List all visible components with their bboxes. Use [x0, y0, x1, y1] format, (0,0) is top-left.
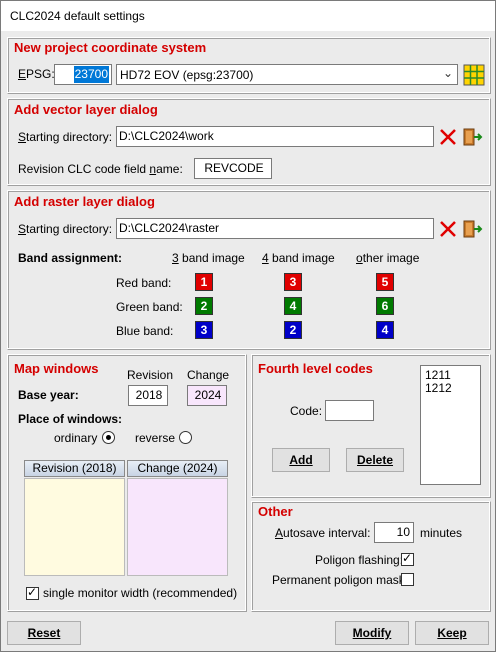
blue-band-4[interactable]: 2: [284, 321, 302, 339]
radio-dot: [106, 435, 111, 440]
check-icon: ✓: [402, 551, 413, 565]
revision-pane: [24, 478, 125, 576]
col-3band-label: 3 band image: [172, 251, 245, 265]
revision-year-value: 2018: [135, 388, 163, 402]
clear-icon[interactable]: [437, 218, 459, 240]
red-band-other[interactable]: 5: [376, 273, 394, 291]
vector-dir-value: D:\CLC2024\work: [119, 129, 214, 143]
epsg-label: EPSG:: [18, 67, 55, 81]
vector-field-value: REVCODE: [204, 161, 264, 175]
single-monitor-checkbox[interactable]: ✓: [26, 585, 39, 600]
other-panel: Other Autosave interval: 10 minutes Poli…: [251, 501, 491, 612]
autosave-input[interactable]: 10: [374, 522, 414, 543]
vector-panel-title: Add vector layer dialog: [14, 102, 158, 117]
minutes-label: minutes: [420, 526, 463, 540]
red-band-label: Red band:: [116, 276, 172, 290]
chevron-down-icon: ⌄: [442, 66, 453, 80]
revision-pane-header: Revision (2018): [24, 460, 125, 477]
vector-dir-input[interactable]: D:\CLC2024\work: [116, 126, 434, 147]
red-band-4[interactable]: 3: [284, 273, 302, 291]
client-area: New project coordinate system EPSG: 2370…: [1, 31, 495, 651]
vector-field-input[interactable]: REVCODE: [194, 158, 272, 179]
code-list[interactable]: 1211 1212: [420, 365, 481, 485]
ordinary-radio[interactable]: [102, 431, 115, 444]
check-icon: ✓: [27, 585, 38, 599]
green-band-3[interactable]: 2: [195, 297, 213, 315]
vector-panel: Add vector layer dialog Starting directo…: [7, 98, 491, 186]
col-other-label: other image: [356, 251, 420, 265]
coord-panel-title: New project coordinate system: [14, 40, 207, 55]
col-4band-label: 4 band image: [262, 251, 335, 265]
autosave-label: Autosave interval:: [275, 526, 371, 540]
modify-button[interactable]: Modify: [335, 621, 409, 645]
epsg-value: 23700: [73, 66, 109, 83]
delete-button-label: Delete: [356, 453, 394, 467]
mask-checkbox[interactable]: [401, 573, 414, 586]
band-assignment-label: Band assignment:: [18, 251, 123, 265]
autosave-value: 10: [396, 525, 410, 539]
red-band-3[interactable]: 1: [195, 273, 213, 291]
map-windows-title: Map windows: [14, 361, 99, 376]
raster-panel-title: Add raster layer dialog: [14, 194, 155, 209]
mask-label: Permanent poligon mask:: [272, 573, 409, 587]
blue-band-label: Blue band:: [116, 324, 174, 338]
change-pane-header: Change (2024): [127, 460, 228, 477]
raster-panel: Add raster layer dialog Starting directo…: [7, 190, 491, 350]
fourth-level-title: Fourth level codes: [258, 361, 373, 376]
coord-panel: New project coordinate system EPSG: 2370…: [7, 37, 491, 94]
change-year-input[interactable]: 2024: [187, 385, 227, 406]
vector-dir-label: Starting directory:: [18, 130, 113, 144]
flashing-label: Poligon flashing:: [315, 553, 404, 567]
open-folder-icon[interactable]: [461, 218, 483, 240]
raster-dir-input[interactable]: D:\CLC2024\raster: [116, 218, 434, 239]
keep-button-label: Keep: [437, 626, 467, 640]
keep-button[interactable]: Keep: [415, 621, 489, 645]
map-windows-panel: Map windows Revision Change Base year: 2…: [7, 354, 247, 612]
code-label: Code:: [290, 404, 323, 418]
blue-band-3[interactable]: 3: [195, 321, 213, 339]
grid-icon[interactable]: [463, 64, 485, 86]
other-title: Other: [258, 504, 293, 519]
change-year-value: 2024: [194, 388, 222, 402]
fourth-level-panel: Fourth level codes Code: 1211 1212 Add D…: [251, 354, 491, 498]
epsg-input[interactable]: 23700: [54, 64, 112, 85]
open-folder-icon[interactable]: [461, 126, 483, 148]
reverse-radio[interactable]: [179, 431, 192, 444]
reset-button[interactable]: Reset: [7, 621, 81, 645]
add-button[interactable]: Add: [272, 448, 330, 472]
green-band-other[interactable]: 6: [376, 297, 394, 315]
code-list-item[interactable]: 1212: [425, 382, 480, 395]
flashing-checkbox[interactable]: ✓: [401, 551, 414, 566]
green-band-4[interactable]: 4: [284, 297, 302, 315]
reset-button-label: Reset: [27, 626, 61, 640]
revision-year-input[interactable]: 2018: [128, 385, 168, 406]
revision-column-label: Revision: [127, 368, 174, 382]
blue-band-other[interactable]: 4: [376, 321, 394, 339]
place-of-windows-label: Place of windows:: [18, 412, 123, 426]
title-bar: CLC2024 default settings: [1, 1, 495, 31]
code-input[interactable]: [325, 400, 374, 421]
add-button-label: Add: [289, 453, 313, 467]
ordinary-label: ordinary: [54, 431, 98, 445]
raster-dir-label: Starting directory:: [18, 222, 113, 236]
crs-select[interactable]: HD72 EOV (epsg:23700) ⌄: [116, 64, 458, 85]
clear-icon[interactable]: [437, 126, 459, 148]
vector-field-label: Revision CLC code field name:: [18, 162, 183, 176]
base-year-label: Base year:: [18, 388, 79, 402]
modify-button-label: Modify: [352, 626, 392, 640]
change-column-label: Change: [187, 368, 230, 382]
raster-dir-value: D:\CLC2024\raster: [119, 221, 220, 235]
change-pane: [127, 478, 228, 576]
single-monitor-label: single monitor width (recommended): [43, 586, 238, 600]
settings-window: CLC2024 default settings New project coo…: [0, 0, 496, 652]
delete-button[interactable]: Delete: [346, 448, 404, 472]
crs-selected-value: HD72 EOV (epsg:23700): [120, 68, 254, 82]
reverse-label: reverse: [135, 431, 176, 445]
green-band-label: Green band:: [116, 300, 183, 314]
window-title: CLC2024 default settings: [10, 9, 145, 23]
